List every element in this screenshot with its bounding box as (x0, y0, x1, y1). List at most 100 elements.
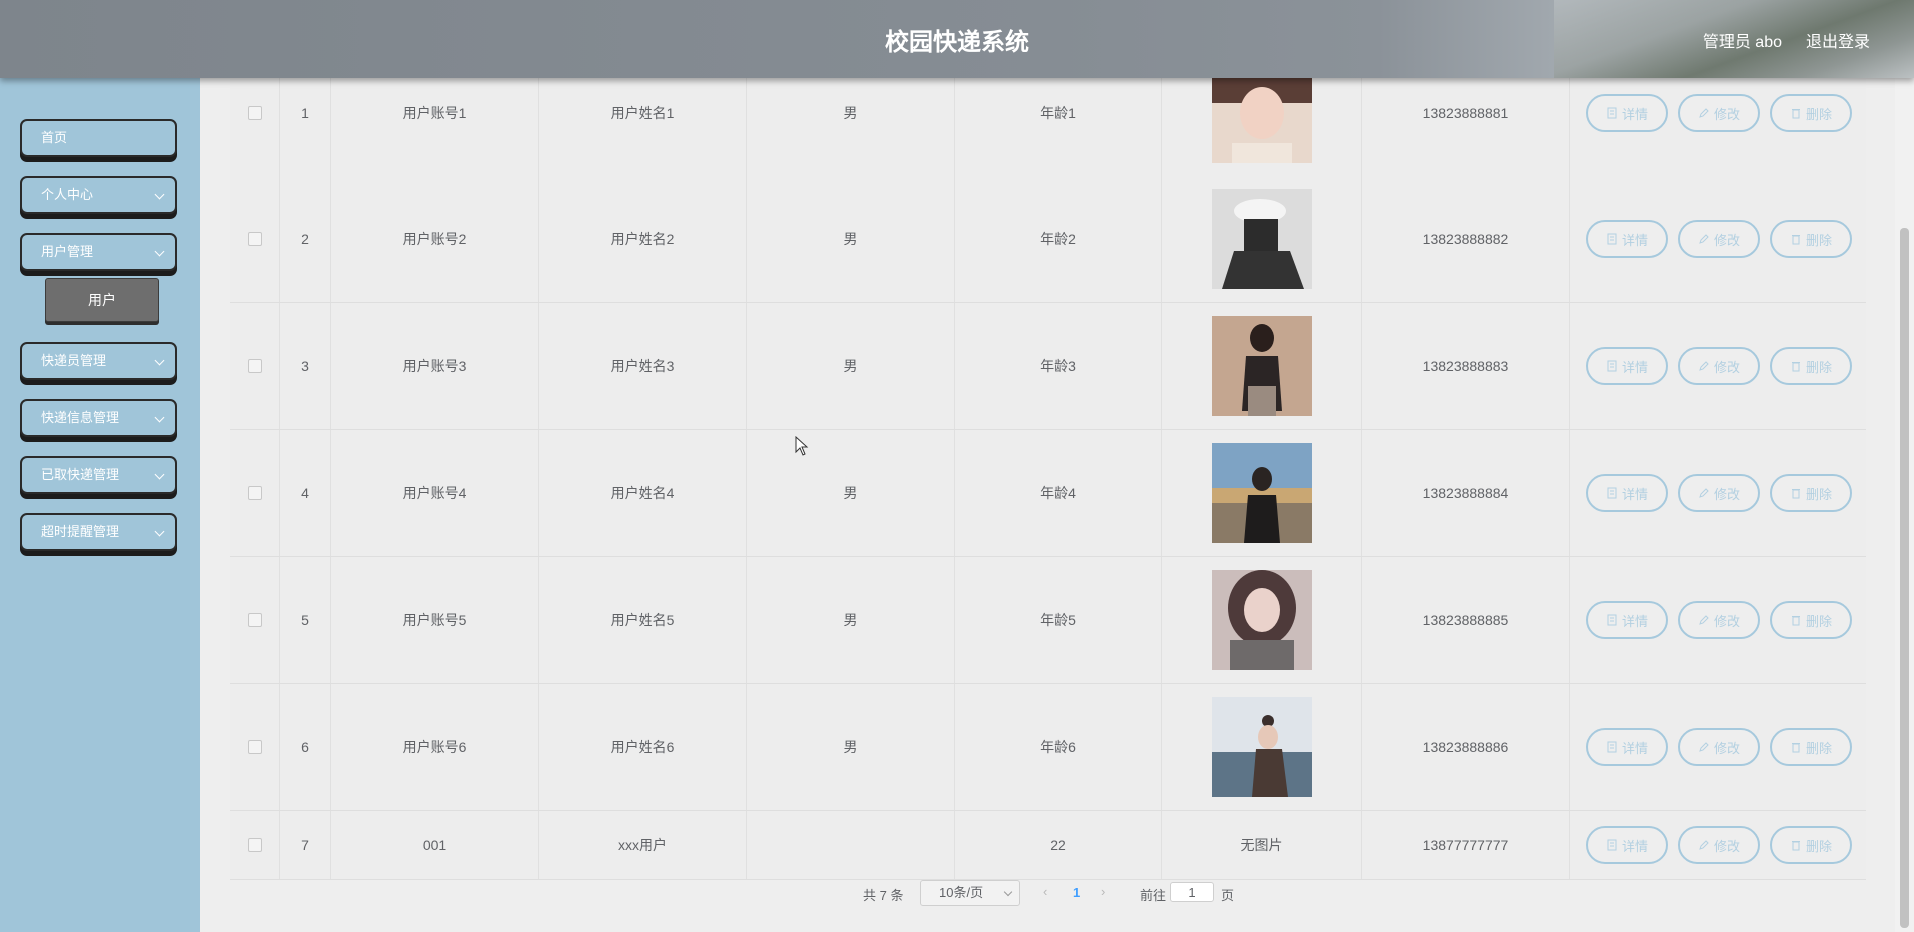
user-photo (1211, 697, 1312, 797)
row-index: 1 (280, 78, 331, 176)
edit-button[interactable]: 修改 (1678, 347, 1760, 385)
trash-icon (1791, 743, 1800, 753)
detail-button[interactable]: 详情 (1586, 94, 1668, 132)
user-account: 用户账号3 (331, 303, 539, 429)
edit-button[interactable]: 修改 (1678, 601, 1760, 639)
page-number-current[interactable]: 1 (1073, 885, 1080, 900)
sidebar-item-label: 个人中心 (41, 187, 94, 202)
row-checkbox[interactable] (247, 106, 262, 120)
delete-button[interactable]: 删除 (1770, 728, 1852, 766)
mouse-cursor-icon (795, 436, 809, 456)
sidebar-item-package-info-management[interactable]: 快递信息管理 (20, 399, 177, 437)
user-name: xxx用户 (539, 811, 747, 879)
table-row: 5 用户账号5 用户姓名5 男 年龄5 13823888885 详情 修改 删除 (230, 557, 1866, 684)
delete-button[interactable]: 删除 (1770, 474, 1852, 512)
sidebar-item-home[interactable]: 首页 (20, 119, 177, 157)
sidebar-subitem-user[interactable]: 用户 (45, 278, 159, 322)
detail-button[interactable]: 详情 (1586, 826, 1668, 864)
row-index: 5 (280, 557, 331, 683)
detail-button[interactable]: 详情 (1586, 601, 1668, 639)
page-size-select[interactable]: 10条/页 (920, 880, 1020, 906)
next-page-button[interactable]: › (1101, 884, 1105, 899)
user-account: 用户账号6 (331, 684, 539, 810)
row-checkbox[interactable] (247, 359, 262, 373)
user-name: 用户姓名5 (539, 557, 747, 683)
sidebar-item-courier-management[interactable]: 快递员管理 (20, 342, 177, 380)
user-account: 用户账号1 (331, 78, 539, 176)
table-row: 4 用户账号4 用户姓名4 男 年龄4 13823888884 详情 修改 删除 (230, 430, 1866, 557)
prev-page-button[interactable]: ‹ (1043, 884, 1047, 899)
pencil-icon (1699, 488, 1709, 498)
row-index: 4 (280, 430, 331, 556)
scrollbar-thumb[interactable] (1900, 228, 1909, 928)
row-checkbox[interactable] (247, 486, 262, 500)
table-row: 6 用户账号6 用户姓名6 男 年龄6 13823888886 详情 修改 删除 (230, 684, 1866, 811)
user-age: 年龄3 (955, 303, 1162, 429)
row-index: 7 (280, 811, 331, 879)
user-age: 年龄2 (955, 176, 1162, 302)
sidebar-item-personal-center[interactable]: 个人中心 (20, 176, 177, 214)
row-index: 2 (280, 176, 331, 302)
edit-button[interactable]: 修改 (1678, 94, 1760, 132)
chevron-down-icon (154, 189, 165, 200)
pencil-icon (1699, 234, 1709, 244)
sidebar-item-label: 快递员管理 (41, 353, 107, 368)
edit-button[interactable]: 修改 (1678, 220, 1760, 258)
user-account: 用户账号5 (331, 557, 539, 683)
user-gender: 男 (747, 557, 955, 683)
trash-icon (1791, 109, 1800, 119)
sidebar-item-overdue-reminder-management[interactable]: 超时提醒管理 (20, 513, 177, 551)
delete-button[interactable]: 删除 (1770, 347, 1852, 385)
edit-button[interactable]: 修改 (1678, 728, 1760, 766)
row-checkbox[interactable] (247, 232, 262, 246)
table-row: 2 用户账号2 用户姓名2 男 年龄2 13823888882 详情 修改 删除 (230, 176, 1866, 303)
user-name: 用户姓名2 (539, 176, 747, 302)
user-photo (1211, 78, 1312, 163)
user-gender: 男 (747, 684, 955, 810)
sidebar-item-user-management[interactable]: 用户管理 (20, 233, 177, 271)
row-checkbox[interactable] (247, 613, 262, 627)
pencil-icon (1699, 361, 1709, 371)
delete-button[interactable]: 删除 (1770, 94, 1852, 132)
user-name: 用户姓名3 (539, 303, 747, 429)
user-phone: 13823888882 (1362, 176, 1570, 302)
detail-button[interactable]: 详情 (1586, 220, 1668, 258)
row-checkbox[interactable] (247, 838, 262, 852)
pencil-icon (1699, 840, 1709, 850)
user-age: 年龄6 (955, 684, 1162, 810)
detail-button[interactable]: 详情 (1586, 474, 1668, 512)
logout-button[interactable]: 退出登录 (1806, 28, 1870, 52)
detail-button[interactable]: 详情 (1586, 347, 1668, 385)
trash-icon (1791, 489, 1800, 499)
goto-page-input[interactable] (1170, 882, 1214, 902)
document-icon (1607, 233, 1617, 245)
document-icon (1607, 107, 1617, 119)
user-phone: 13823888884 (1362, 430, 1570, 556)
chevron-down-icon (154, 412, 165, 423)
user-photo (1211, 570, 1312, 670)
scrollbar[interactable] (1895, 78, 1914, 932)
delete-button[interactable]: 删除 (1770, 220, 1852, 258)
user-gender: 男 (747, 430, 955, 556)
document-icon (1607, 487, 1617, 499)
detail-button[interactable]: 详情 (1586, 728, 1668, 766)
sidebar-item-picked-package-management[interactable]: 已取快递管理 (20, 456, 177, 494)
sidebar-item-label: 用户管理 (41, 244, 94, 259)
delete-button[interactable]: 删除 (1770, 601, 1852, 639)
sidebar: 首页 个人中心 用户管理 用户 快递员管理 快递信息管理 已取快递管理 超时提醒… (0, 78, 200, 932)
delete-button[interactable]: 删除 (1770, 826, 1852, 864)
edit-button[interactable]: 修改 (1678, 826, 1760, 864)
trash-icon (1791, 841, 1800, 851)
user-gender: 男 (747, 78, 955, 176)
edit-button[interactable]: 修改 (1678, 474, 1760, 512)
chevron-down-icon (154, 246, 165, 257)
user-gender: 男 (747, 303, 955, 429)
user-photo (1211, 443, 1312, 543)
user-name: 用户姓名4 (539, 430, 747, 556)
row-checkbox[interactable] (247, 740, 262, 754)
sidebar-item-label: 首页 (41, 130, 68, 145)
pencil-icon (1699, 742, 1709, 752)
pagination: 共 7 条 10条/页 ‹ 1 › 前往 页 (200, 878, 1895, 908)
page-suffix: 页 (1221, 888, 1235, 903)
system-title: 校园快递系统 (885, 29, 1029, 56)
